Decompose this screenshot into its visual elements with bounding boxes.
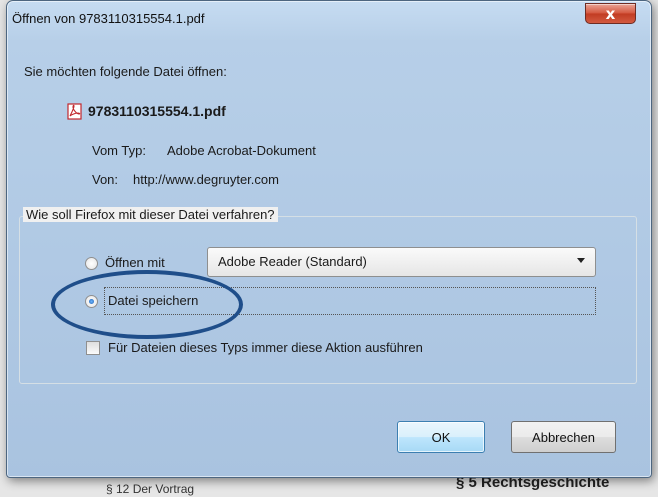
close-icon: x	[605, 4, 616, 23]
cancel-button[interactable]: Abbrechen	[511, 421, 616, 453]
dialog-prompt: Sie möchten folgende Datei öffnen:	[24, 64, 227, 79]
background-text-left: § 12 Der Vortrag	[106, 482, 195, 496]
remember-checkbox-label[interactable]: Für Dateien dieses Typs immer diese Akti…	[108, 340, 423, 355]
close-button[interactable]: x	[585, 3, 636, 24]
file-name: 9783110315554.1.pdf	[88, 103, 226, 119]
action-group-title: Wie soll Firefox mit dieser Datei verfah…	[23, 207, 278, 222]
app-select-value: Adobe Reader (Standard)	[218, 254, 367, 269]
radio-open-with[interactable]	[85, 257, 98, 270]
file-type-label: Vom Typ:	[92, 143, 146, 158]
highlight-ellipse	[51, 270, 243, 339]
remember-checkbox[interactable]	[86, 341, 100, 355]
file-source-label: Von:	[92, 172, 119, 187]
chevron-down-icon[interactable]	[577, 258, 585, 263]
pdf-icon	[67, 103, 82, 120]
radio-open-with-label[interactable]: Öffnen mit	[105, 255, 165, 270]
file-source-value: http://www.degruyter.com	[133, 172, 279, 187]
file-type-value: Adobe Acrobat-Dokument	[167, 143, 316, 158]
dialog-title: Öffnen von 9783110315554.1.pdf	[12, 11, 205, 26]
app-select[interactable]: Adobe Reader (Standard)	[207, 247, 596, 277]
ok-button[interactable]: OK	[397, 421, 485, 453]
